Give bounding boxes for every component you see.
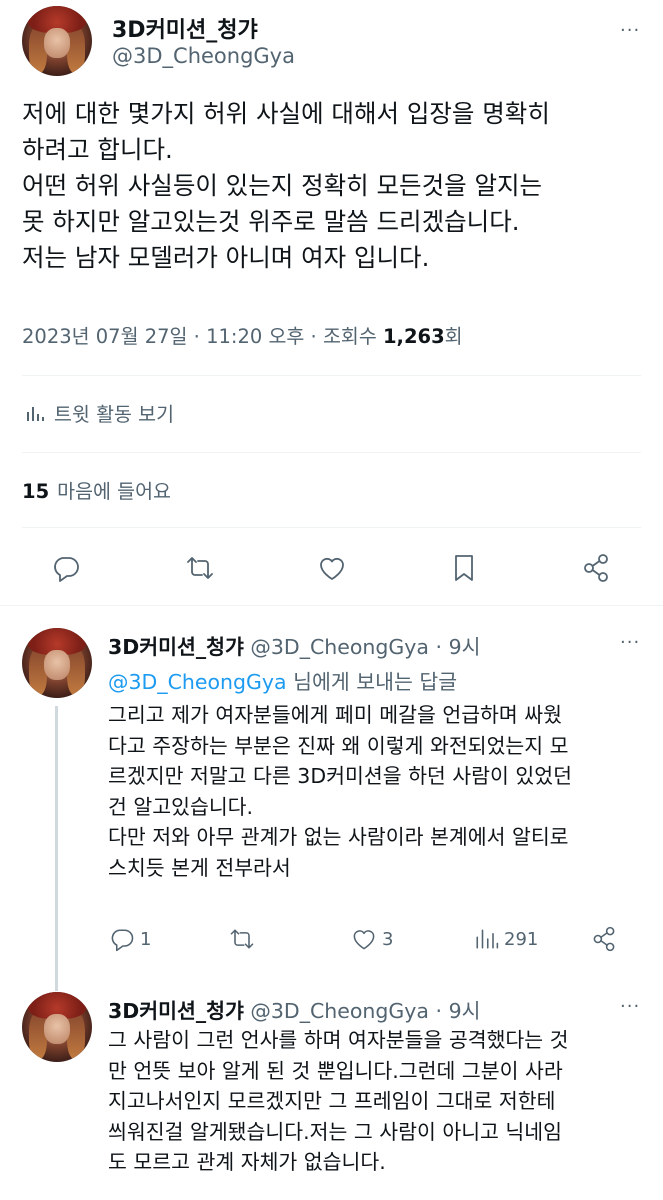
retweet-icon (187, 557, 213, 579)
tweet-text-line: 저는 남자 모델러가 아니며 여자 입니다. (22, 243, 430, 272)
reply-text-line: 그 사람이 그런 언사를 하며 여자분들을 공격했다는 것 (108, 1028, 569, 1052)
author-avatar[interactable] (22, 6, 92, 76)
author-avatar[interactable] (22, 992, 92, 1062)
divider (0, 605, 663, 606)
author-handle[interactable]: @3D_CheongGya (112, 44, 295, 68)
reply-button[interactable]: 1 (108, 924, 151, 954)
retweet-button[interactable] (228, 924, 256, 954)
divider (22, 375, 641, 376)
more-options-icon[interactable]: ··· (620, 996, 640, 1017)
likes-count: 15 (22, 480, 50, 503)
tweet-text-line: 못 하지만 알고있는것 위주로 말씀 드리겠습니다. (22, 207, 520, 236)
heart-icon (353, 930, 375, 950)
reply-text: 그 사람이 그런 언사를 하며 여자분들을 공격했다는 것 만 언뜻 보아 알게… (108, 1025, 638, 1178)
reply-tweet[interactable]: 3D커미션_청갸 @3D_CheongGya · 9시 ··· 그 사람이 그런… (0, 978, 663, 1200)
share-icon (584, 554, 608, 582)
reply-button[interactable] (46, 548, 86, 588)
reply-to-suffix: 님에게 보내는 답글 (286, 670, 458, 694)
reply-text-line: 건 알고있습니다. (108, 794, 254, 819)
like-button[interactable] (312, 548, 352, 588)
activity-label: 트윗 활동 보기 (54, 403, 175, 426)
like-button[interactable]: 3 (350, 924, 393, 954)
reply-tweet[interactable]: 3D커미션_청갸 @3D_CheongGya · 9시 ··· @3D_Cheo… (0, 610, 663, 1000)
author-name[interactable]: 3D커미션_청갸 (108, 999, 244, 1023)
tweet-action-bar (0, 548, 663, 588)
bar-chart-icon (476, 929, 499, 949)
tweet-text-line: 하려고 합니다. (22, 135, 173, 164)
author-name[interactable]: 3D커미션_청갸 (108, 635, 244, 659)
divider (22, 452, 641, 453)
share-icon (593, 926, 615, 952)
divider (22, 527, 641, 528)
author-name[interactable]: 3D커미션_청갸 (112, 12, 258, 44)
views-label-suffix: 회 (444, 325, 463, 348)
reply-text: 그리고 제가 여자분들에게 페미 메갈을 언급하며 싸웠 다고 주장하는 부분은… (108, 700, 638, 883)
author-handle[interactable]: @3D_CheongGya (250, 635, 429, 659)
reply-to-mention[interactable]: @3D_CheongGya (108, 670, 287, 694)
author-avatar[interactable] (22, 628, 92, 698)
reply-text-line: 다만 저와 아무 관계가 없는 사람이라 본계에서 알티로 (108, 825, 569, 849)
bookmark-icon (455, 555, 473, 581)
reply-icon (54, 557, 79, 582)
replying-to: @3D_CheongGya 님에게 보내는 답글 (108, 665, 457, 695)
views-button[interactable]: 291 (472, 924, 538, 954)
reply-time[interactable]: · 9시 (436, 635, 481, 659)
likes-label: 마음에 들어요 (57, 480, 171, 503)
author-handle[interactable]: @3D_CheongGya (250, 999, 429, 1023)
reply-text-line: 만 언뜻 보아 알게 된 것 뿐입니다.그런데 그분이 사라 (108, 1058, 563, 1083)
reply-text-line: 다고 주장하는 부분은 진짜 왜 이렇게 와전되었는지 모 (108, 733, 569, 758)
bar-chart-icon (27, 406, 44, 421)
reply-header: 3D커미션_청갸 @3D_CheongGya · 9시 (108, 994, 480, 1024)
share-button[interactable] (576, 548, 616, 588)
tweet-text: 저에 대한 몇가지 허위 사실에 대해서 입장을 명확히 하려고 합니다. 어떤… (22, 96, 642, 276)
bookmark-button[interactable] (444, 548, 484, 588)
tweet-activity-link[interactable]: 트윗 활동 보기 (26, 398, 174, 427)
more-options-icon[interactable]: ··· (620, 632, 640, 653)
share-button[interactable] (590, 924, 618, 954)
view-count: 291 (504, 928, 539, 950)
tweet-text-line: 저에 대한 몇가지 허위 사실에 대해서 입장을 명확히 (22, 99, 550, 128)
likes-summary[interactable]: 15 마음에 들어요 (22, 475, 171, 504)
reply-text-line: 지고나서인지 모르겠지만 그 프레임이 그대로 저한테 (108, 1089, 556, 1113)
reply-text-line: 도 모르고 관계 자체가 없습니다. (108, 1150, 386, 1174)
reply-text-line: 그리고 제가 여자분들에게 페미 메갈을 언급하며 싸웠 (108, 703, 563, 727)
reply-header: 3D커미션_청갸 @3D_CheongGya · 9시 (108, 630, 480, 660)
more-options-icon[interactable]: ··· (620, 20, 640, 41)
heart-icon (320, 557, 344, 580)
views-count: 1,263 (382, 325, 445, 348)
tweet-timestamp[interactable]: 2023년 07월 27일 · 11:20 오후 (22, 325, 304, 348)
tweet-meta: 2023년 07월 27일 · 11:20 오후 · 조회수 1,263회 (22, 320, 463, 349)
reply-icon (111, 929, 134, 952)
tweet-text-line: 어떤 허위 사실등이 있는지 정확히 모든것을 알지는 (22, 171, 543, 200)
reply-text-line: 씌워진걸 알게됐습니다.저는 그 사람이 아니고 닉네임 (108, 1119, 563, 1144)
retweet-icon (230, 929, 254, 949)
reply-text-line: 스치듯 본게 전부라서 (108, 855, 291, 880)
reply-action-bar: 1 3 291 (0, 924, 663, 954)
views-label-prefix: · 조회수 (304, 325, 383, 348)
reply-count: 1 (140, 928, 152, 950)
like-count: 3 (382, 928, 394, 950)
reply-text-line: 르겠지만 저말고 다른 3D커미션을 하던 사람이 있었던 (108, 764, 572, 788)
reply-time[interactable]: · 9시 (436, 999, 481, 1023)
retweet-button[interactable] (180, 548, 220, 588)
